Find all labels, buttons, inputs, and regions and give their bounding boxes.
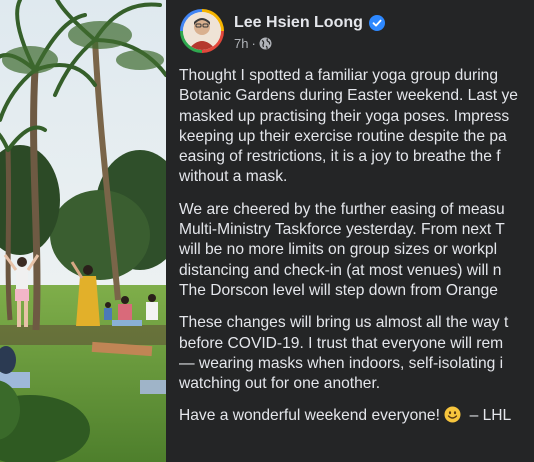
post-text: Thought I spotted a familiar yoga group … xyxy=(179,66,534,439)
post-text-line: Thought I spotted a familiar yoga group … xyxy=(179,67,499,84)
post-photo[interactable] xyxy=(0,0,166,462)
post-text-line: These changes will bring us almost all t… xyxy=(179,314,509,332)
post-text-line: The Dorscon level will step down from Or… xyxy=(179,281,498,299)
post-timestamp[interactable]: 7h xyxy=(234,36,248,51)
post-text-line: easing of restrictions, it is a joy to b… xyxy=(179,148,501,166)
smiling-face-icon xyxy=(444,406,461,423)
post-paragraph-3: These changes will bring us almost all t… xyxy=(179,313,534,394)
post-paragraph-2: We are cheered by the further easing of … xyxy=(179,200,534,301)
post-text-line: watching out for one another. xyxy=(179,375,381,393)
avatar-photo xyxy=(183,12,221,50)
post-text-line: We are cheered by the further easing of … xyxy=(179,200,505,218)
post-paragraph-1: Thought I spotted a familiar yoga group … xyxy=(179,66,534,188)
author-name-link[interactable]: Lee Hsien Loong xyxy=(234,14,385,32)
meta-separator: · xyxy=(251,36,256,51)
post-paragraph-4: Have a wonderful weekend everyone! – LHL xyxy=(179,406,534,426)
post-text-line: — wearing masks when indoors, self-isola… xyxy=(179,354,504,372)
post-meta: 7h · xyxy=(234,36,272,51)
post-text-line: Botanic Gardens during Easter weekend. L… xyxy=(179,87,518,105)
verified-badge-icon xyxy=(368,15,385,31)
post-text-line: will be no more limits on group sizes or… xyxy=(179,241,498,259)
author-avatar[interactable] xyxy=(180,9,224,53)
post-header: Lee Hsien Loong 7h · xyxy=(178,6,534,56)
author-name: Lee Hsien Loong xyxy=(234,14,363,31)
post-text-line: Multi-Ministry Taskforce yesterday. From… xyxy=(179,221,505,239)
closing-signature: – LHL xyxy=(469,407,512,425)
post-text-line: masked up practising their yoga poses. I… xyxy=(179,107,510,125)
post-text-line: keeping up their exercise routine despit… xyxy=(179,127,507,145)
yoga-photo-image xyxy=(0,0,166,462)
post-text-line: distancing and check-in (at most venues)… xyxy=(179,261,502,279)
globe-icon[interactable] xyxy=(259,37,272,50)
post-text-line: before COVID-19. I trust that everyone w… xyxy=(179,334,504,352)
closing-text: Have a wonderful weekend everyone! xyxy=(179,407,440,425)
facebook-post: Lee Hsien Loong 7h · Thought I spotted a… xyxy=(166,0,534,462)
post-text-line: without a mask. xyxy=(179,168,288,186)
